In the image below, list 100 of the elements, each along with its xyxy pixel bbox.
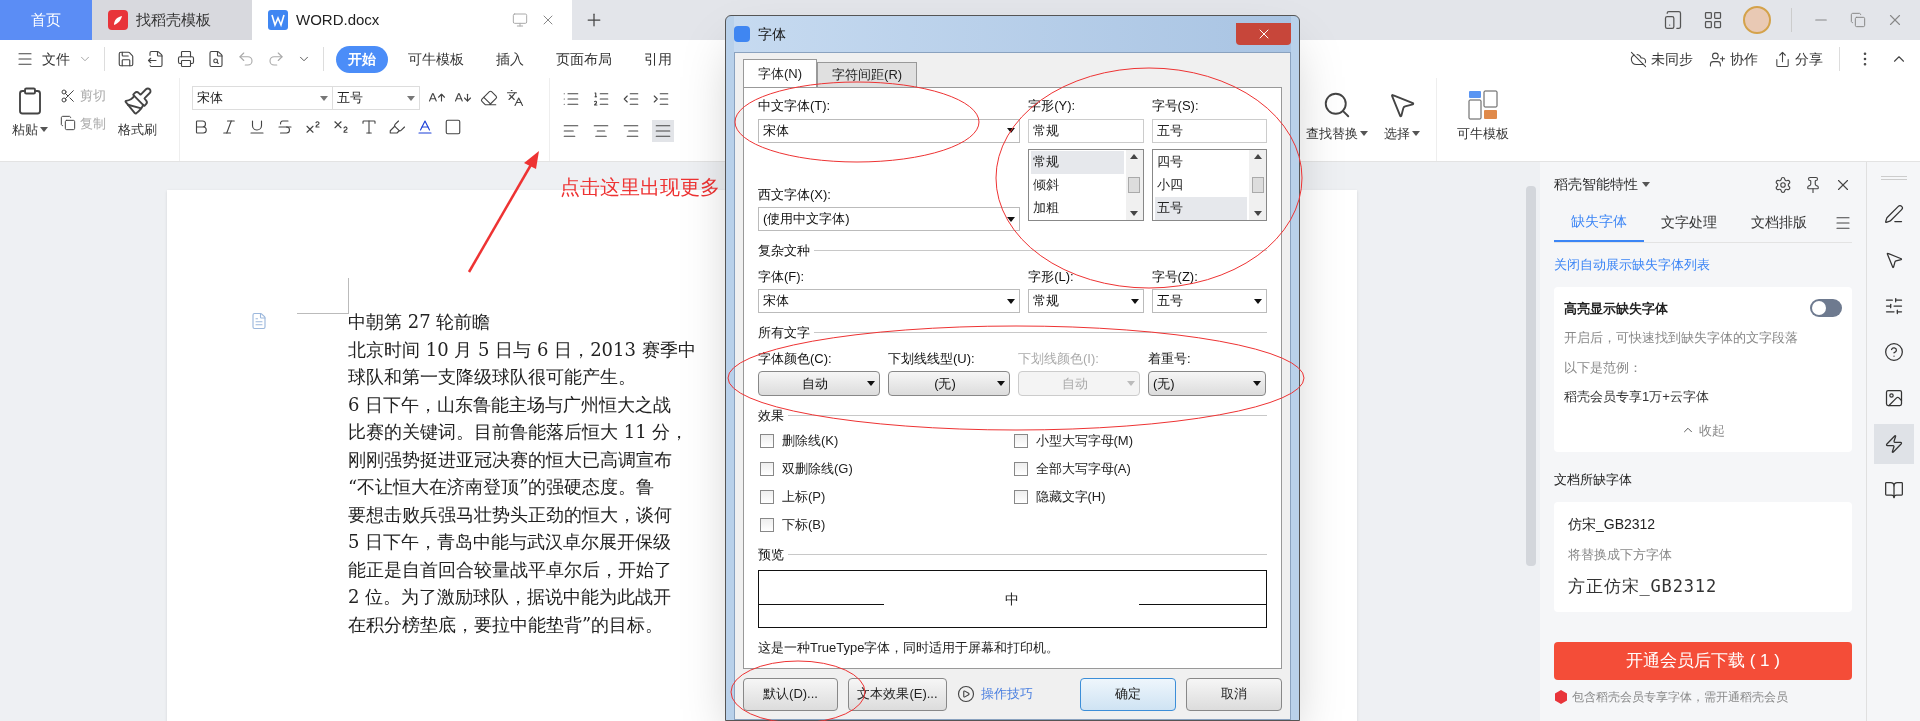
- dropdown-field[interactable]: 宋体: [758, 289, 1021, 313]
- cloud-icon: [1630, 50, 1647, 68]
- phonetic-icon[interactable]: [506, 89, 524, 107]
- apps-icon[interactable]: [1703, 10, 1723, 30]
- ribbon-tab[interactable]: 插入: [484, 45, 536, 73]
- find-replace-button[interactable]: 查找替换: [1306, 90, 1368, 144]
- dropdown-field[interactable]: 常规: [1028, 289, 1144, 313]
- superscript-icon[interactable]: [304, 118, 322, 136]
- scrollbar[interactable]: [1125, 149, 1143, 220]
- toolbar-action[interactable]: 协作: [1709, 48, 1758, 70]
- scroll-up-icon[interactable]: [1130, 153, 1139, 159]
- ribbon-tab[interactable]: 引用: [632, 45, 684, 73]
- list-option[interactable]: 五号: [1154, 196, 1247, 220]
- character-border-icon[interactable]: [444, 118, 462, 136]
- list-option[interactable]: 常规: [1031, 150, 1124, 174]
- settings-icon[interactable]: [1774, 175, 1792, 194]
- section-label: 效果: [758, 407, 784, 425]
- checkbox[interactable]: [760, 490, 774, 504]
- user-icon: [1709, 50, 1726, 68]
- dropdown-field[interactable]: 宋体: [758, 118, 1021, 143]
- ribbon-tab[interactable]: 可牛模板: [396, 45, 476, 73]
- checkbox[interactable]: [760, 462, 774, 476]
- list-option[interactable]: 四号: [1154, 150, 1247, 174]
- bullet-list-icon[interactable]: [562, 90, 580, 108]
- save-icon[interactable]: [117, 50, 135, 68]
- numbered-list-icon[interactable]: [592, 90, 610, 108]
- caret-icon: [1253, 381, 1261, 386]
- style-field[interactable]: 常规: [1028, 118, 1144, 143]
- caret-icon: [1127, 381, 1135, 386]
- panel-tab[interactable]: 文字处理: [1644, 212, 1734, 241]
- checkbox[interactable]: [1013, 462, 1028, 476]
- toolbar-action[interactable]: 分享: [1774, 48, 1823, 70]
- default-button[interactable]: 默认(D)...: [743, 677, 838, 711]
- dropdown-field[interactable]: (使用中文字体): [758, 207, 1021, 231]
- download-button[interactable]: 开通会员后下载 ( 1 ): [1554, 641, 1852, 680]
- align-right-icon[interactable]: [622, 122, 640, 140]
- text-effects-button[interactable]: 文本效果(E)...: [848, 677, 947, 711]
- paste-button[interactable]: 粘贴: [12, 86, 48, 140]
- dropdown-field[interactable]: (无): [1148, 371, 1266, 396]
- panel-tab[interactable]: 文档排版: [1734, 212, 1824, 241]
- hide-list-link[interactable]: 关闭自动展示缺失字体列表: [1554, 255, 1852, 275]
- document-tab[interactable]: 找稻壳模板: [92, 0, 252, 40]
- checkbox[interactable]: [1013, 434, 1028, 448]
- dropdown-field[interactable]: 自动: [758, 371, 880, 396]
- file-menu[interactable]: 文件: [16, 48, 92, 70]
- list-option[interactable]: 小四: [1154, 173, 1247, 197]
- dropdown-field[interactable]: 五号: [1151, 289, 1267, 313]
- scroll-thumb[interactable]: [1251, 176, 1264, 193]
- checkbox-label: 下标(B): [782, 516, 826, 535]
- font-color-icon[interactable]: [416, 118, 434, 136]
- panel-title[interactable]: 稻壳智能特性: [1554, 174, 1650, 195]
- highlighter-icon[interactable]: [388, 118, 406, 136]
- dialog-tab[interactable]: 字符间距(R): [817, 62, 918, 87]
- print-preview-icon[interactable]: [207, 50, 225, 68]
- card-title: 高亮显示缺失字体: [1564, 299, 1668, 318]
- ok-button[interactable]: 确定: [1080, 677, 1176, 711]
- size-field[interactable]: 五号: [1151, 118, 1267, 143]
- list-option[interactable]: 倾斜: [1031, 173, 1124, 197]
- device-icon[interactable]: [1663, 10, 1683, 30]
- align-left-icon[interactable]: [562, 122, 580, 140]
- scroll-thumb[interactable]: [1128, 176, 1141, 193]
- checkbox[interactable]: [760, 518, 774, 532]
- underline-icon[interactable]: [248, 118, 266, 136]
- toggle-switch[interactable]: [1810, 299, 1842, 318]
- field-label: 着重号:: [1148, 349, 1192, 368]
- print-icon[interactable]: [177, 50, 195, 68]
- dialog-tab[interactable]: 字体(N): [743, 59, 818, 87]
- bolt-icon: [1883, 434, 1904, 454]
- document-line: 球队和第一支降级球队很可能产生。: [348, 365, 637, 389]
- replacement-font-name: 方正仿宋_GB2312: [1568, 575, 1718, 598]
- eraser-icon[interactable]: [480, 89, 498, 107]
- scrollbar[interactable]: [1249, 149, 1266, 220]
- document-line: 能正是自首回合较量战平卓尔后，开始了: [348, 557, 673, 582]
- ribbon-tab[interactable]: 页面布局: [544, 45, 624, 73]
- checkbox-label: 删除线(K): [782, 432, 839, 451]
- cancel-button[interactable]: 取消: [1186, 677, 1282, 711]
- subscript-icon[interactable]: [332, 118, 350, 136]
- collapse-button[interactable]: 收起: [1681, 420, 1725, 440]
- caret-icon: [1007, 298, 1016, 304]
- italic-icon[interactable]: [220, 118, 238, 136]
- section-label: 预览: [758, 545, 784, 564]
- export-icon[interactable]: [147, 50, 165, 68]
- checkbox[interactable]: [1013, 490, 1028, 504]
- templates-button[interactable]: 可牛模板: [1437, 78, 1529, 161]
- bolt-tool-button[interactable]: [1873, 424, 1914, 464]
- text-effect-icon[interactable]: [360, 118, 378, 136]
- play-icon: [957, 685, 975, 703]
- checkbox[interactable]: [760, 434, 774, 448]
- toolbar-action[interactable]: 未同步: [1630, 48, 1693, 70]
- outdent-icon[interactable]: [622, 90, 640, 108]
- tips-link[interactable]: 操作技巧: [957, 684, 1033, 704]
- format-painter-button[interactable]: 格式刷: [118, 86, 157, 140]
- align-center-icon[interactable]: [592, 122, 610, 140]
- pin-icon[interactable]: [1804, 175, 1822, 194]
- dropdown-field[interactable]: (无): [888, 371, 1010, 396]
- indent-icon[interactable]: [652, 90, 670, 108]
- strikethrough-icon[interactable]: [276, 118, 294, 136]
- scroll-up-icon[interactable]: [1253, 153, 1262, 159]
- list-option[interactable]: 加粗: [1031, 196, 1124, 220]
- select-button[interactable]: 选择: [1384, 90, 1420, 144]
